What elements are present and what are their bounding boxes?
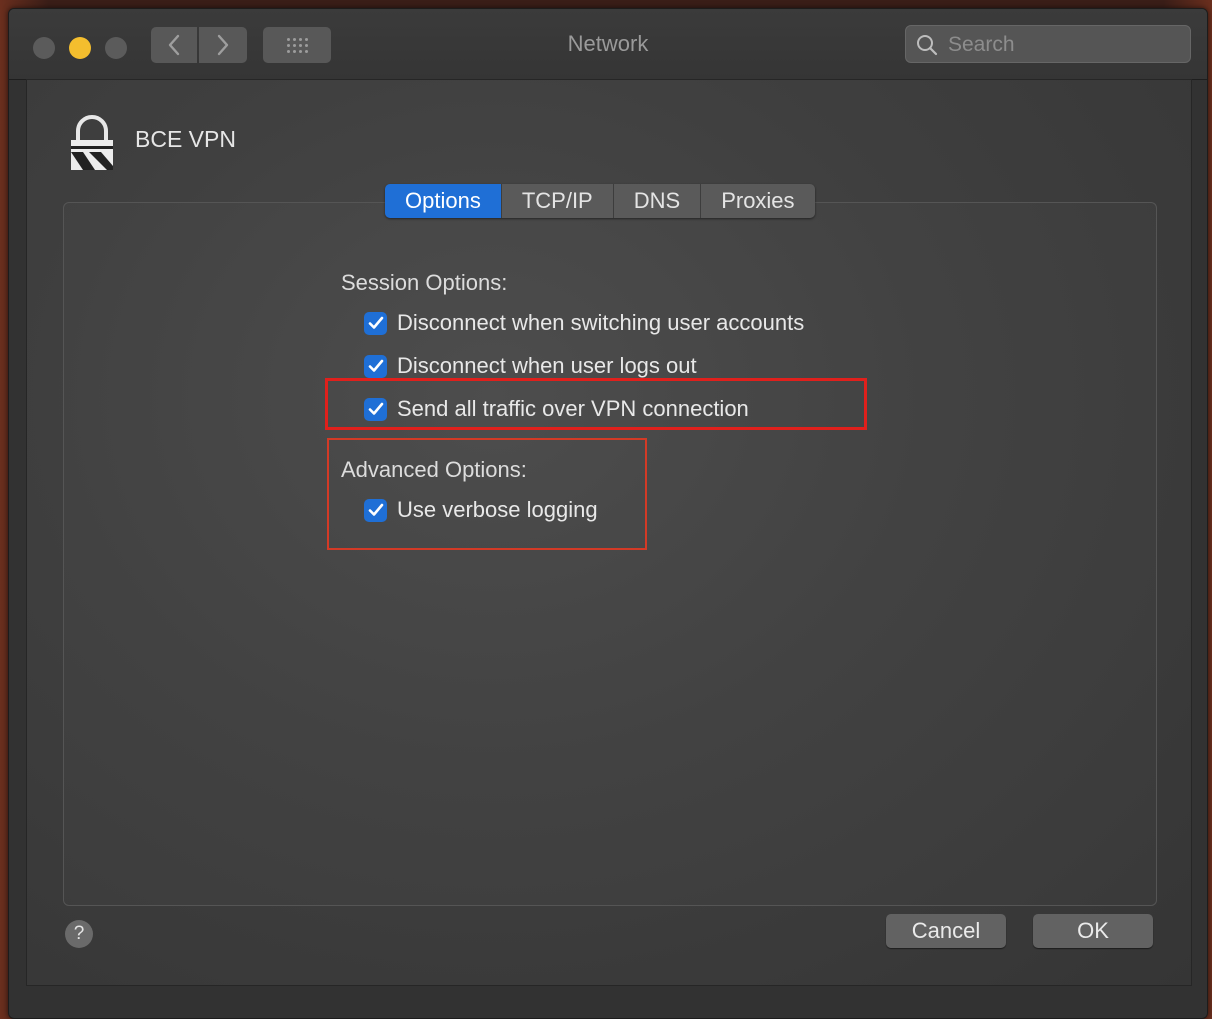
help-button[interactable]: ? [65,920,93,948]
vpn-options-sheet: BCE VPN Options TCP/IP DNS Proxies Sessi… [26,79,1192,986]
checkmark-icon [368,359,383,372]
lock-icon [71,115,113,170]
tab-tcpip[interactable]: TCP/IP [501,184,614,218]
cancel-button[interactable]: Cancel [886,914,1006,948]
option-disconnect-logout[interactable]: Disconnect when user logs out [364,353,697,379]
option-label: Disconnect when user logs out [397,353,697,378]
checkbox-disconnect-switching[interactable] [364,311,387,335]
highlight-box-advanced-options [327,438,647,550]
tab-options[interactable]: Options [385,184,502,218]
tab-bar: Options TCP/IP DNS Proxies [385,184,815,218]
search-input[interactable] [946,30,1180,60]
tab-proxies[interactable]: Proxies [701,184,815,218]
service-name: BCE VPN [135,126,236,152]
ok-button[interactable]: OK [1033,914,1153,948]
session-options-heading: Session Options: [341,270,508,295]
checkmark-icon [368,316,383,329]
option-label: Disconnect when switching user accounts [397,310,805,335]
search-icon [917,35,938,56]
options-panel [63,202,1157,906]
search-field[interactable] [905,25,1191,63]
option-disconnect-switching[interactable]: Disconnect when switching user accounts [364,310,804,336]
title-bar: Network [9,9,1207,80]
checkbox-disconnect-logout[interactable] [364,354,387,378]
network-window: Network BCE VPN Options TCP/IP DNS Proxi… [8,8,1208,1019]
tab-dns[interactable]: DNS [613,184,702,218]
highlight-box-send-all-traffic [325,378,867,430]
